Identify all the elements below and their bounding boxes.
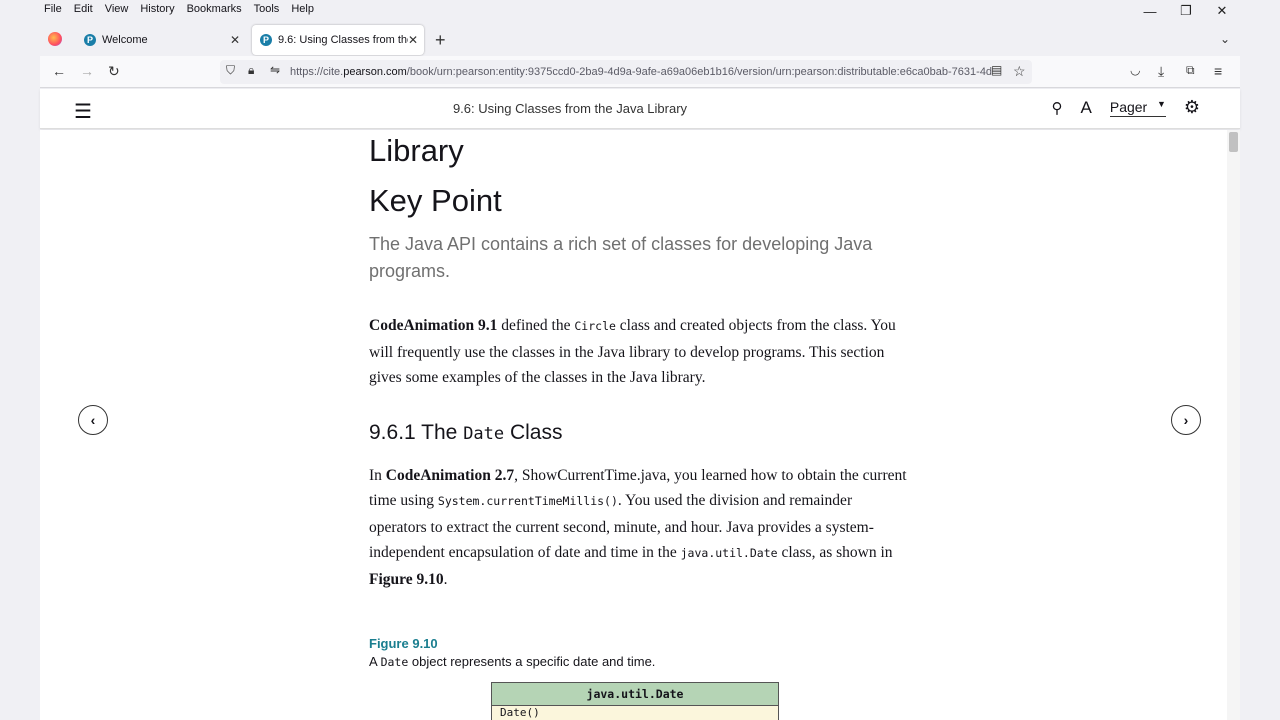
uml-member: Date() (492, 706, 778, 720)
codeanimation-link[interactable]: CodeAnimation 9.1 (369, 317, 497, 334)
inline-code: java.util.Date (680, 546, 778, 560)
figure-caption: A Date object represents a specific date… (369, 654, 909, 669)
url-prefix: https://cite. (290, 66, 344, 78)
pearson-icon: P (260, 34, 272, 46)
menu-help[interactable]: Help (291, 3, 314, 15)
reader-view-icon[interactable]: ▤ (991, 63, 1002, 77)
text: class, as shown in (777, 544, 893, 561)
text: . (443, 570, 448, 588)
app-menu-icon[interactable]: ≡ (1214, 63, 1222, 79)
close-tab-icon[interactable]: ✕ (408, 33, 418, 47)
tab-welcome[interactable]: P Welcome ✕ (76, 25, 246, 55)
menu-bookmarks[interactable]: Bookmarks (187, 3, 242, 15)
subsection-heading: 9.6.1 The Date Class (369, 421, 909, 445)
inline-code: Date (463, 423, 505, 444)
lock-icon[interactable]: 🔒︎ (248, 63, 254, 78)
menu-tools[interactable]: Tools (254, 3, 280, 15)
search-icon[interactable]: ⚲ (1052, 99, 1063, 117)
restore-icon[interactable]: ❐ (1168, 0, 1204, 22)
chevron-down-icon: ▼ (1156, 98, 1166, 109)
view-mode-value: Pager (1109, 98, 1148, 115)
article-column: Library Key Point The Java API contains … (369, 130, 909, 720)
window-controls: — ❐ ✕ (1132, 0, 1240, 22)
text: A (369, 654, 381, 669)
close-tab-icon[interactable]: ✕ (230, 33, 240, 47)
inline-code: Circle (574, 319, 616, 333)
settings-gear-icon[interactable]: ⚙ (1184, 97, 1200, 118)
tab-label: 9.6: Using Classes from the Java (278, 34, 408, 46)
shield-icon[interactable]: ⛉ (226, 63, 235, 78)
intro-paragraph: CodeAnimation 9.1 defined the Circle cla… (369, 313, 909, 391)
menu-file[interactable]: File (44, 3, 62, 15)
menu-history[interactable]: History (140, 3, 174, 15)
permissions-icon[interactable]: ⇋ (270, 63, 280, 77)
tab-java-classes[interactable]: P 9.6: Using Classes from the Java ✕ (252, 25, 424, 55)
text: object represents a specific date and ti… (408, 654, 656, 669)
navigation-bar: ← → ↻ https://cite. pearson.com/book/urn:… (40, 56, 1240, 88)
browser-window: File Edit View History Bookmarks Tools H… (0, 0, 1280, 720)
tab-label: Welcome (102, 34, 148, 46)
page-title: 9.6: Using Classes from the Java Library (452, 101, 688, 116)
uml-class-diagram: java.util.Date Date() (491, 682, 779, 720)
reader-content: ‹ › Library Key Point The Java API conta… (40, 130, 1227, 720)
chevron-left-icon: ‹ (90, 412, 96, 428)
back-icon[interactable]: ← (52, 63, 66, 79)
font-size-icon[interactable]: A (1081, 98, 1092, 118)
reader-header: ☰ 9.6: Using Classes from the Java Libra… (40, 89, 1240, 129)
chevron-right-icon: › (1183, 412, 1189, 428)
minimize-icon[interactable]: — (1132, 0, 1168, 22)
date-paragraph: In CodeAnimation 2.7, ShowCurrentTime.ja… (369, 463, 909, 593)
key-point-heading: Key Point (369, 183, 502, 218)
url-bar[interactable]: https://cite. pearson.com/book/urn:pearso… (220, 60, 1032, 84)
url-domain: pearson.com (343, 66, 407, 78)
section-heading-tail: Library (369, 133, 464, 168)
firefox-view-icon[interactable] (48, 32, 62, 46)
menu-view[interactable]: View (105, 3, 129, 15)
list-tabs-icon[interactable]: ⌄ (1220, 32, 1230, 46)
downloads-icon[interactable]: ⤓ (1158, 63, 1164, 80)
menu-edit[interactable]: Edit (74, 3, 93, 15)
view-mode-select[interactable]: Pager ▼ (1109, 98, 1166, 117)
reload-icon[interactable]: ↻ (108, 63, 120, 80)
previous-page-button[interactable]: ‹ (78, 405, 108, 435)
new-tab-icon[interactable]: + (435, 30, 446, 51)
text: Class (504, 420, 563, 444)
pearson-icon: P (84, 34, 96, 46)
menu-bar: File Edit View History Bookmarks Tools H… (40, 0, 1240, 17)
vertical-scrollbar[interactable] (1227, 130, 1240, 720)
bookmark-star-icon[interactable]: ☆ (1013, 63, 1026, 80)
url-path: /book/urn:pearson:entity:9375ccd0-2ba9-4… (406, 66, 993, 78)
codeanimation-link[interactable]: CodeAnimation 2.7 (386, 467, 514, 484)
figure-label: Figure 9.10 (369, 636, 438, 651)
forward-icon[interactable]: → (80, 63, 94, 79)
figure-link[interactable]: Figure 9.10 (369, 571, 444, 588)
uml-class-name: java.util.Date (492, 683, 778, 706)
reader-tools: ⚲ A Pager ▼ ⚙ (1052, 97, 1200, 118)
key-point-text: The Java API contains a rich set of clas… (369, 234, 873, 281)
extensions-icon[interactable]: ⧉ (1186, 63, 1195, 78)
scrollbar-thumb[interactable] (1229, 132, 1238, 152)
inline-code: System.currentTimeMillis() (437, 494, 618, 508)
text: 9.6.1 The (369, 420, 464, 444)
tab-bar: P Welcome ✕ P 9.6: Using Classes from th… (40, 22, 1240, 56)
close-window-icon[interactable]: ✕ (1204, 0, 1240, 22)
pocket-icon[interactable]: ◡ (1130, 63, 1140, 77)
inline-code: Date (380, 655, 409, 669)
text: defined the (497, 317, 575, 334)
text: In (369, 466, 386, 484)
next-page-button[interactable]: › (1171, 405, 1201, 435)
